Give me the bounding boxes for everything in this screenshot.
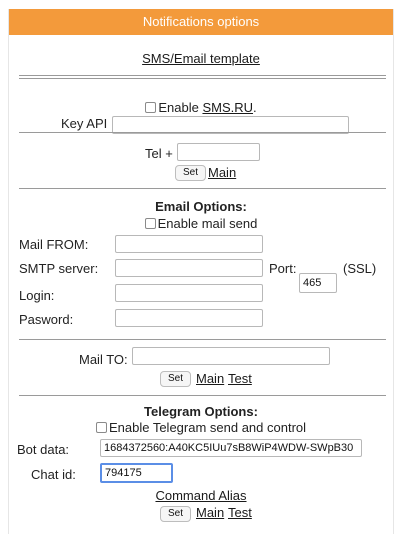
divider xyxy=(19,339,386,340)
password-input[interactable] xyxy=(115,309,263,327)
mail-from-label: Mail FROM: xyxy=(19,237,89,252)
command-alias-row: Command Alias xyxy=(9,488,393,503)
port-label: Port: xyxy=(269,261,297,276)
bot-data-input[interactable] xyxy=(100,439,362,457)
sms-enable-checkbox[interactable] xyxy=(145,102,157,113)
email-set-button[interactable]: Set xyxy=(160,371,192,387)
telegram-enable-row: Enable Telegram send and control xyxy=(9,420,393,435)
divider xyxy=(19,188,386,189)
sms-set-button[interactable]: Set xyxy=(175,165,207,181)
command-alias-link[interactable]: Command Alias xyxy=(155,488,246,503)
divider xyxy=(19,395,386,396)
page-title: Notifications options xyxy=(9,9,393,35)
tel-input[interactable] xyxy=(177,143,260,161)
divider xyxy=(19,75,386,79)
ssl-label: (SSL) xyxy=(343,261,377,276)
smtp-server-label: SMTP server: xyxy=(19,261,99,276)
sms-main-link[interactable]: Main xyxy=(208,165,236,180)
telegram-options-title: Telegram Options: xyxy=(144,404,258,419)
divider xyxy=(19,132,386,133)
email-test-link[interactable]: Test xyxy=(228,371,252,386)
mail-from-input[interactable] xyxy=(115,235,263,253)
chat-id-input[interactable] xyxy=(100,463,173,483)
email-options-title: Email Options: xyxy=(155,199,247,214)
email-enable-row: Enable mail send xyxy=(9,216,393,231)
smtp-server-input[interactable] xyxy=(115,259,263,277)
telegram-set-button[interactable]: Set xyxy=(160,506,192,522)
port-input[interactable] xyxy=(299,273,337,293)
email-enable-label: Enable mail send xyxy=(157,216,258,231)
sms-enable-row: Enable SMS.RU. xyxy=(9,100,393,115)
telegram-enable-label: Enable Telegram send and control xyxy=(108,420,307,435)
mail-to-input[interactable] xyxy=(132,347,330,365)
notifications-panel: Notifications options SMS/Email template… xyxy=(8,9,394,534)
mail-to-label: Mail TO: xyxy=(79,352,128,367)
login-label: Login: xyxy=(19,288,55,303)
telegram-enable-checkbox[interactable] xyxy=(95,422,107,433)
sms-enable-suffix: . xyxy=(253,100,257,115)
template-row: SMS/Email template xyxy=(9,51,393,66)
key-api-label: Key API xyxy=(61,116,108,131)
password-label: Pasword: xyxy=(19,312,74,327)
sms-ru-link[interactable]: SMS.RU xyxy=(202,100,253,115)
telegram-main-link[interactable]: Main xyxy=(196,505,224,520)
chat-id-label: Chat id: xyxy=(31,467,76,482)
sms-enable-label: Enable xyxy=(158,100,203,115)
login-input[interactable] xyxy=(115,284,263,302)
bot-data-label: Bot data: xyxy=(17,442,70,457)
email-enable-checkbox[interactable] xyxy=(144,218,156,229)
telegram-test-link[interactable]: Test xyxy=(228,505,252,520)
tel-label: Tel + xyxy=(145,146,173,161)
sms-email-template-link[interactable]: SMS/Email template xyxy=(142,51,260,66)
email-main-link[interactable]: Main xyxy=(196,371,224,386)
